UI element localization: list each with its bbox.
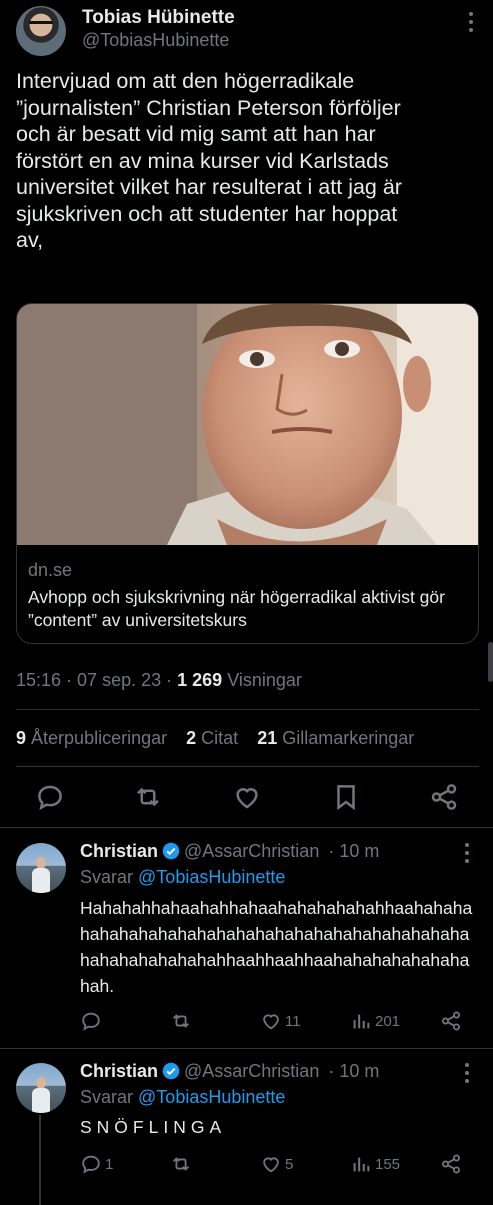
tweet-meta: 15:16 · 07 sep. 23 · 1 269 Visningar xyxy=(16,670,302,690)
reply-author[interactable]: Christian @AssarChristian · 10 m xyxy=(80,1061,379,1082)
like-button[interactable]: 5 xyxy=(260,1151,293,1177)
more-options-icon[interactable] xyxy=(463,1063,471,1089)
share-icon xyxy=(442,1011,460,1031)
repost-button[interactable] xyxy=(170,1151,195,1177)
engagement-stats: 9 Återpubliceringar 2 Citat 21 Gillamark… xyxy=(16,728,428,749)
reply-text: SNÖFLINGA xyxy=(80,1117,227,1137)
reply-actions: 1 5 155 xyxy=(80,1151,480,1177)
verified-badge-icon xyxy=(162,842,180,860)
author-name[interactable]: Tobias Hübinette xyxy=(82,7,235,29)
views-button[interactable]: 155 xyxy=(350,1151,400,1177)
tweet-time[interactable]: 15:16 xyxy=(16,670,61,690)
tweet-text: Intervjuad om att den högerradikale ”jou… xyxy=(16,69,402,252)
share-button[interactable] xyxy=(440,1008,465,1034)
card-image xyxy=(17,304,478,545)
repost-icon[interactable] xyxy=(133,782,163,812)
avatar[interactable] xyxy=(16,843,66,893)
views-button[interactable]: 201 xyxy=(350,1008,400,1034)
mention-link[interactable]: @TobiasHubinette xyxy=(138,1087,285,1107)
reply-author[interactable]: Christian @AssarChristian · 10 m xyxy=(80,841,379,862)
reply-author-name[interactable]: Christian xyxy=(80,1061,158,1081)
replying-to: Svarar @TobiasHubinette xyxy=(80,1087,286,1107)
reply-button[interactable]: 1 xyxy=(80,1151,113,1177)
views-icon xyxy=(353,1157,370,1172)
like-button[interactable]: 11 xyxy=(260,1008,301,1034)
like-icon xyxy=(263,1157,279,1173)
thread-line xyxy=(39,1115,41,1205)
reply-icon[interactable] xyxy=(35,782,65,812)
reply-button[interactable] xyxy=(80,1008,105,1034)
share-icon xyxy=(442,1154,460,1174)
like-icon[interactable] xyxy=(232,782,262,812)
card-title[interactable]: Avhopp och sjukskrivning när högerradika… xyxy=(28,586,468,632)
quotes-stat[interactable]: 2 Citat xyxy=(186,728,238,748)
link-card[interactable]: dn.se Avhopp och sjukskrivning när höger… xyxy=(16,303,479,644)
reply-author-handle[interactable]: @AssarChristian xyxy=(184,841,319,861)
divider xyxy=(16,766,479,767)
verified-badge-icon xyxy=(162,1062,180,1080)
avatar[interactable] xyxy=(16,6,66,56)
reply-icon xyxy=(82,1155,100,1174)
views-icon xyxy=(353,1014,370,1029)
reply-author-handle[interactable]: @AssarChristian xyxy=(184,1061,319,1081)
likes-stat[interactable]: 21 Gillamarkeringar xyxy=(257,728,414,748)
reply-time[interactable]: 10 m xyxy=(339,1061,379,1081)
like-icon xyxy=(263,1014,279,1030)
bookmark-icon[interactable] xyxy=(331,782,361,812)
author-handle[interactable]: @TobiasHubinette xyxy=(82,30,229,51)
more-options-icon[interactable] xyxy=(467,12,475,38)
tweet-actions xyxy=(0,779,493,815)
divider xyxy=(16,709,479,710)
card-domain[interactable]: dn.se xyxy=(28,560,72,581)
replying-to: Svarar @TobiasHubinette xyxy=(80,867,286,887)
reply-actions: 11 201 xyxy=(80,1008,480,1034)
tweet-date[interactable]: 07 sep. 23 xyxy=(77,670,161,690)
scrollbar[interactable] xyxy=(488,642,493,682)
reply-tweet[interactable]: Christian @AssarChristian · 10 m Svarar @… xyxy=(0,827,493,1049)
more-options-icon[interactable] xyxy=(463,843,471,869)
views-label: Visningar xyxy=(227,670,302,690)
share-button[interactable] xyxy=(440,1151,465,1177)
reply-author-name[interactable]: Christian xyxy=(80,841,158,861)
mention-link[interactable]: @TobiasHubinette xyxy=(138,867,285,887)
share-icon[interactable] xyxy=(429,782,459,812)
reply-text: Hahahahhahaahahhahaahahahahahahhaahahaha… xyxy=(80,898,473,996)
reposts-stat[interactable]: 9 Återpubliceringar xyxy=(16,728,167,748)
repost-button[interactable] xyxy=(170,1008,195,1034)
repost-icon xyxy=(173,1014,189,1028)
reply-time[interactable]: 10 m xyxy=(339,841,379,861)
repost-icon xyxy=(173,1157,189,1171)
avatar[interactable] xyxy=(16,1063,66,1113)
views-count: 1 269 xyxy=(177,670,223,690)
reply-tweet[interactable]: Christian @AssarChristian · 10 m Svarar @… xyxy=(0,1048,493,1200)
reply-icon xyxy=(82,1012,100,1031)
